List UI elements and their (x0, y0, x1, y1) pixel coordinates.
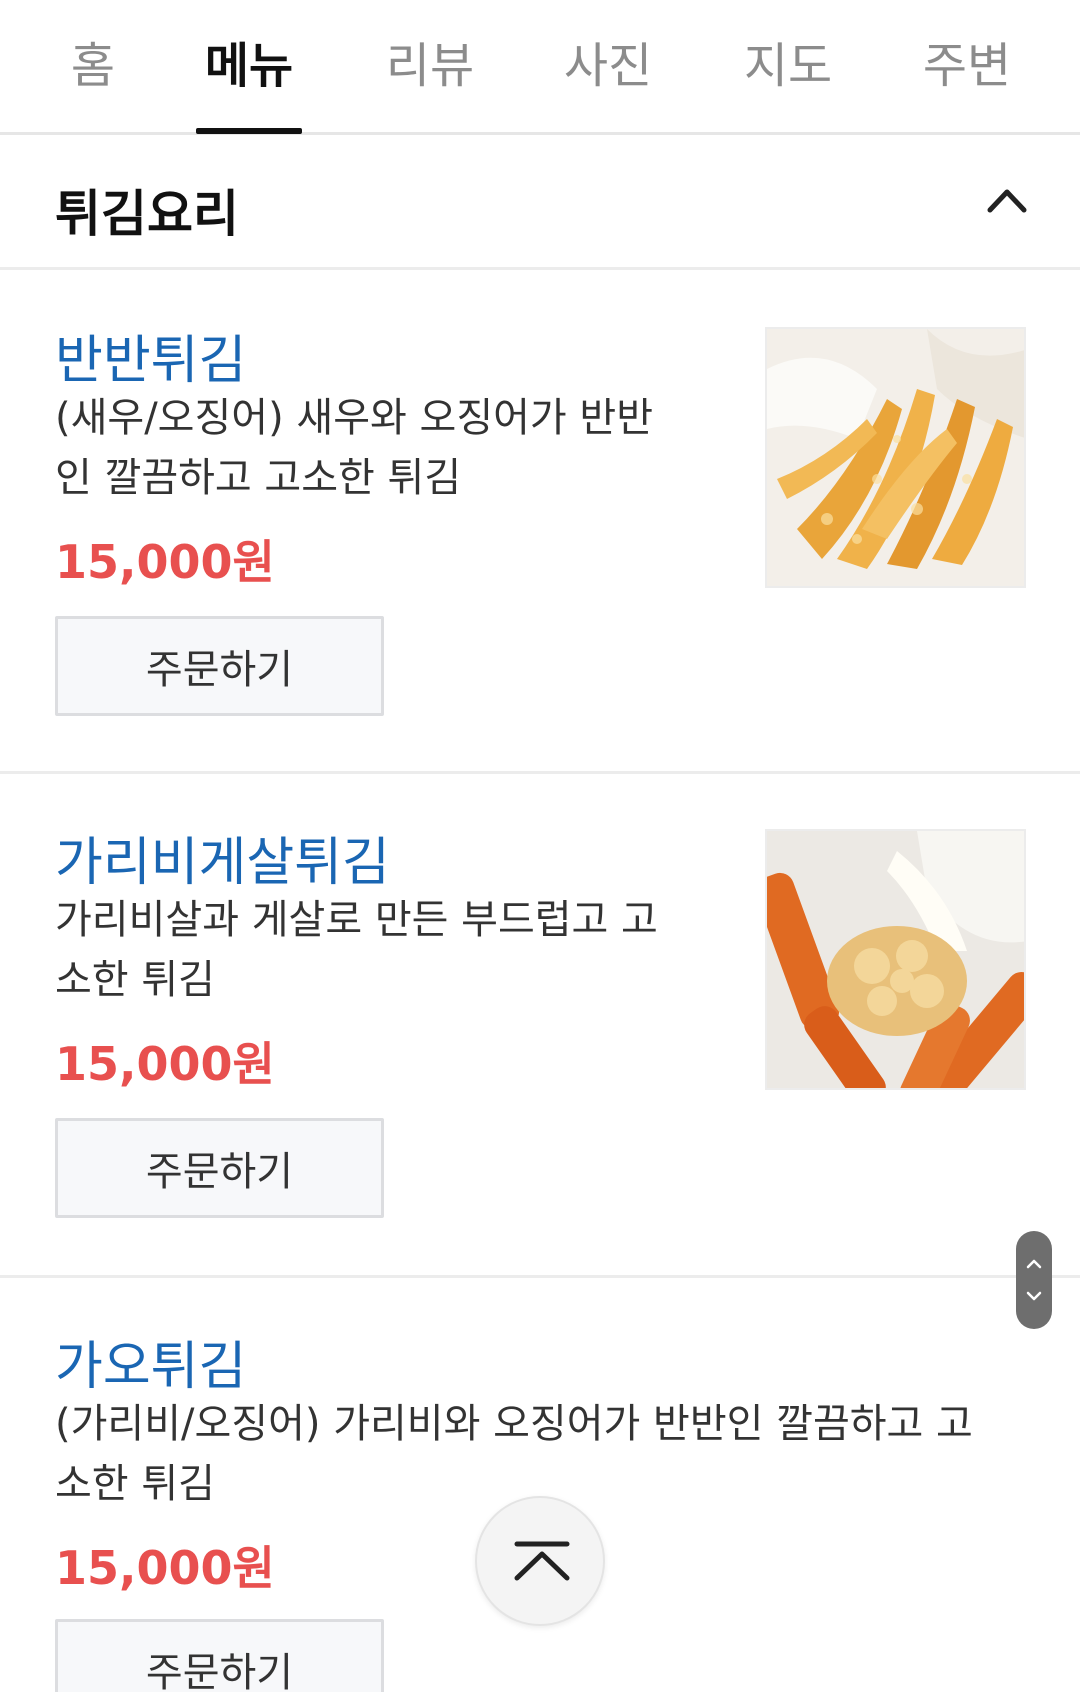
menu-item-photo[interactable] (765, 327, 1026, 588)
chevron-down-icon (1026, 1291, 1042, 1301)
tab-home[interactable]: 홈 (8, 26, 178, 96)
menu-item-description: 가리비살과 게살로 만든 부드럽고 고 소한 튀김 (55, 890, 658, 1010)
menu-item-price: 15,000원 (55, 1541, 275, 1595)
section-header[interactable]: 튀김요리 (0, 138, 1080, 270)
menu-item-name[interactable]: 반반튀김 (55, 318, 246, 393)
tab-nearby[interactable]: 주변 (882, 26, 1052, 96)
back-to-top-icon (514, 1541, 570, 1581)
menu-item-name[interactable]: 가리비게살튀김 (55, 820, 390, 895)
description-line: 가리비살과 게살로 만든 부드럽고 고 (55, 897, 658, 943)
tab-menu[interactable]: 메뉴 (164, 26, 334, 96)
chevron-up-icon[interactable] (984, 178, 1030, 224)
menu-item-description: (새우/오징어) 새우와 오징어가 반반 인 깔끔하고 고소한 튀김 (55, 388, 653, 508)
tab-bar: 홈 메뉴 리뷰 사진 지도 주변 (0, 0, 1080, 135)
scallop-crab-fritter-photo (767, 831, 1024, 1088)
scroll-arrows (1026, 1259, 1042, 1301)
menu-item: 가오튀김 (가리비/오징어) 가리비와 오징어가 반반인 깔끔하고 고 소한 튀… (0, 1278, 1080, 1692)
back-to-top-button[interactable] (475, 1496, 605, 1626)
section-title: 튀김요리 (55, 185, 239, 243)
shrimp-squid-tempura-photo (767, 329, 1024, 586)
order-button[interactable]: 주문하기 (55, 1619, 384, 1692)
tab-reviews[interactable]: 리뷰 (345, 26, 515, 96)
active-tab-indicator (196, 128, 302, 134)
menu-item: 반반튀김 (새우/오징어) 새우와 오징어가 반반 인 깔끔하고 고소한 튀김 … (0, 270, 1080, 774)
description-line: (새우/오징어) 새우와 오징어가 반반 (55, 395, 654, 441)
menu-item-description: (가리비/오징어) 가리비와 오징어가 반반인 깔끔하고 고 소한 튀김 (55, 1394, 973, 1514)
chevron-up-icon (1026, 1259, 1042, 1269)
order-button[interactable]: 주문하기 (55, 616, 384, 716)
menu-item-name[interactable]: 가오튀김 (55, 1324, 246, 1399)
description-line: 소한 튀김 (55, 957, 215, 1003)
menu-item-price: 15,000원 (55, 535, 275, 589)
menu-item-price: 15,000원 (55, 1037, 275, 1091)
order-button[interactable]: 주문하기 (55, 1118, 384, 1218)
fast-scroll-handle[interactable] (1016, 1231, 1052, 1329)
description-line: (가리비/오징어) 가리비와 오징어가 반반인 깔끔하고 고 (55, 1401, 973, 1447)
tab-photos[interactable]: 사진 (523, 26, 693, 96)
menu-item: 가리비게살튀김 가리비살과 게살로 만든 부드럽고 고 소한 튀김 15,000… (0, 774, 1080, 1278)
menu-item-photo[interactable] (765, 829, 1026, 1090)
description-line: 인 깔끔하고 고소한 튀김 (55, 455, 462, 501)
tab-map[interactable]: 지도 (703, 26, 873, 96)
